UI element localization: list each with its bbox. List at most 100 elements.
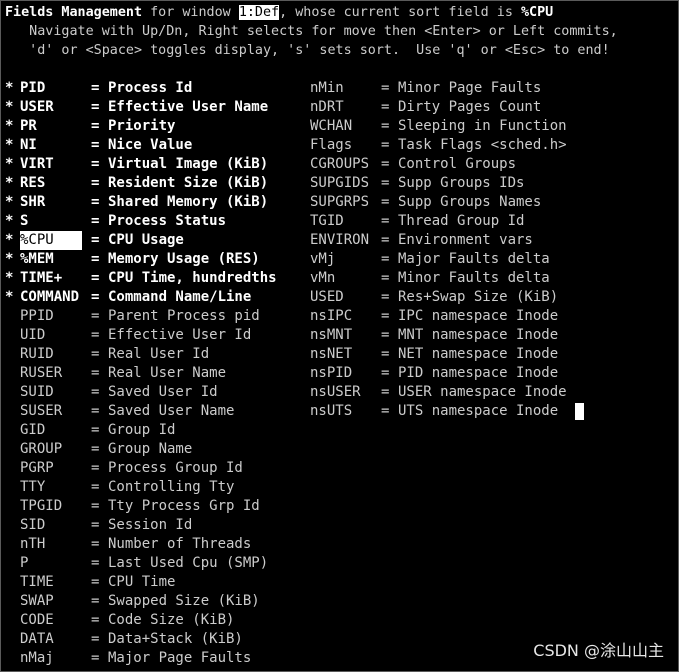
field-row-user[interactable]: * USER = Effective User Name (5, 98, 305, 117)
field-row-uid[interactable]: UID = Effective User Id (5, 326, 305, 345)
field-row-nspid[interactable]: nsPID = PID namespace Inode (310, 364, 610, 383)
field-row-gid[interactable]: GID = Group Id (5, 421, 305, 440)
field-equals: = (381, 137, 390, 153)
field-row-ppid[interactable]: PPID = Parent Process pid (5, 307, 305, 326)
field-row-nth[interactable]: nTH = Number of Threads (5, 535, 305, 554)
field-row-time[interactable]: * TIME+ = CPU Time, hundredths (5, 269, 305, 288)
field-row-suid[interactable]: SUID = Saved User Id (5, 383, 305, 402)
field-row-nsnet[interactable]: nsNET = NET namespace Inode (310, 345, 610, 364)
field-row-tpgid[interactable]: TPGID = Tty Process Grp Id (5, 497, 305, 516)
field-equals: = (91, 422, 100, 438)
field-description: IPC namespace Inode (398, 308, 559, 324)
field-row-swap[interactable]: SWAP = Swapped Size (KiB) (5, 592, 305, 611)
field-equals: = (91, 365, 100, 381)
field-row-time[interactable]: TIME = CPU Time (5, 573, 305, 592)
field-row-ni[interactable]: * NI = Nice Value (5, 136, 305, 155)
display-marker: * (5, 194, 14, 210)
field-name: TIME+ (20, 270, 63, 286)
field-row-shr[interactable]: * SHR = Shared Memory (KiB) (5, 193, 305, 212)
field-equals: = (91, 194, 100, 210)
field-row-suser[interactable]: SUSER = Saved User Name (5, 402, 305, 421)
field-name: nsNET (310, 346, 353, 362)
field-row-pgrp[interactable]: PGRP = Process Group Id (5, 459, 305, 478)
field-description: Last Used Cpu (SMP) (108, 555, 269, 571)
field-row-command[interactable]: * COMMAND = Command Name/Line (5, 288, 305, 307)
field-equals: = (91, 650, 100, 666)
field-name: GROUP (20, 441, 63, 457)
field-name: SHR (20, 194, 46, 210)
field-row-used[interactable]: USED = Res+Swap Size (KiB) (310, 288, 610, 307)
field-description: Priority (108, 118, 176, 134)
field-name: nsMNT (310, 327, 353, 343)
field-name: vMn (310, 270, 336, 286)
field-row-nsuser[interactable]: nsUSER = USER namespace Inode (310, 383, 610, 402)
sort-field: %CPU (520, 5, 554, 20)
field-description: Process Id (108, 80, 193, 96)
field-name: nDRT (310, 99, 344, 115)
field-row-environ[interactable]: ENVIRON = Environment vars (310, 231, 610, 250)
field-equals: = (381, 175, 390, 191)
field-description: Environment vars (398, 232, 533, 248)
field-equals: = (381, 194, 390, 210)
field-row-nsipc[interactable]: nsIPC = IPC namespace Inode (310, 307, 610, 326)
terminal-window: Fields Management for window 1:Def, whos… (0, 0, 679, 672)
field-row-vmj[interactable]: vMj = Major Faults delta (310, 250, 610, 269)
display-marker: * (5, 270, 14, 286)
header-title: Fields Management (5, 5, 143, 20)
field-row-tgid[interactable]: TGID = Thread Group Id (310, 212, 610, 231)
field-row-virt[interactable]: * VIRT = Virtual Image (KiB) (5, 155, 305, 174)
field-row-supgrps[interactable]: SUPGRPS = Supp Groups Names (310, 193, 610, 212)
field-row-code[interactable]: CODE = Code Size (KiB) (5, 611, 305, 630)
field-row-nsuts[interactable]: nsUTS = UTS namespace Inode (310, 402, 610, 421)
field-name: USED (310, 289, 344, 305)
field-row-sid[interactable]: SID = Session Id (5, 516, 305, 535)
field-row-flags[interactable]: Flags = Task Flags <sched.h> (310, 136, 610, 155)
field-row-nmin[interactable]: nMin = Minor Page Faults (310, 79, 610, 98)
field-row-res[interactable]: * RES = Resident Size (KiB) (5, 174, 305, 193)
field-description: Process Status (108, 213, 227, 229)
field-row-tty[interactable]: TTY = Controlling Tty (5, 478, 305, 497)
field-description: Supp Groups Names (398, 194, 542, 210)
field-row-ndrt[interactable]: nDRT = Dirty Pages Count (310, 98, 610, 117)
field-equals: = (91, 308, 100, 324)
field-row-vmn[interactable]: vMn = Minor Faults delta (310, 269, 610, 288)
field-row-pr[interactable]: * PR = Priority (5, 117, 305, 136)
field-name: WCHAN (310, 118, 353, 134)
right-field-list: nMin = Minor Page Faults nDRT = Dirty Pages C… (310, 79, 610, 421)
field-name: PID (20, 80, 46, 96)
field-equals: = (91, 175, 100, 191)
field-row-ruid[interactable]: RUID = Real User Id (5, 345, 305, 364)
field-equals: = (381, 118, 390, 134)
field-row-supgids[interactable]: SUPGIDS = Supp Groups IDs (310, 174, 610, 193)
field-equals: = (91, 460, 100, 476)
field-row-wchan[interactable]: WCHAN = Sleeping in Function (310, 117, 610, 136)
field-description: USER namespace Inode (398, 384, 567, 400)
field-row-p[interactable]: P = Last Used Cpu (SMP) (5, 554, 305, 573)
field-row-pid[interactable]: * PID = Process Id (5, 79, 305, 98)
field-row-mem[interactable]: * %MEM = Memory Usage (RES) (5, 250, 305, 269)
field-row-nsmnt[interactable]: nsMNT = MNT namespace Inode (310, 326, 610, 345)
field-description: Minor Faults delta (398, 270, 550, 286)
field-row-cgroups[interactable]: CGROUPS = Control Groups (310, 155, 610, 174)
field-description: MNT namespace Inode (398, 327, 559, 343)
field-name: NI (20, 137, 37, 153)
field-row-s[interactable]: * S = Process Status (5, 212, 305, 231)
display-marker: * (5, 137, 14, 153)
field-row-ruser[interactable]: RUSER = Real User Name (5, 364, 305, 383)
field-equals: = (381, 327, 390, 343)
field-name: COMMAND (20, 289, 80, 305)
field-name: TPGID (20, 498, 63, 514)
field-row-group[interactable]: GROUP = Group Name (5, 440, 305, 459)
field-description: Number of Threads (108, 536, 252, 552)
field-description: Controlling Tty (108, 479, 235, 495)
field-row-nmaj[interactable]: nMaj = Major Page Faults (5, 649, 305, 668)
field-description: Swapped Size (KiB) (108, 593, 260, 609)
field-name: USER (20, 99, 54, 115)
field-description: Minor Page Faults (398, 80, 542, 96)
header-line-2: Navigate with Up/Dn, Right selects for m… (5, 24, 618, 39)
field-equals: = (381, 384, 390, 400)
field-row-data[interactable]: DATA = Data+Stack (KiB) (5, 630, 305, 649)
field-description: Group Id (108, 422, 176, 438)
field-row-cpu[interactable]: * %CPU = CPU Usage (5, 231, 305, 250)
field-description: Tty Process Grp Id (108, 498, 260, 514)
